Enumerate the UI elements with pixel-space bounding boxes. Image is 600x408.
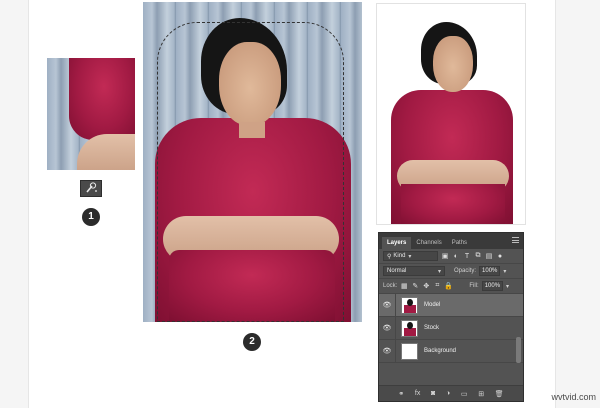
filter-row: ⚲ Kind ▣ ◐ T ⧉ ▤ ●	[379, 249, 523, 264]
link-icon[interactable]: ⚭	[398, 390, 404, 398]
smart-object-filter-icon[interactable]: ▤	[485, 252, 493, 260]
layers-panel: Layers Channels Paths ⚲ Kind ▣ ◐ T ⧉ ▤ ●…	[378, 232, 524, 402]
layer-thumbnail	[401, 296, 418, 314]
fx-icon[interactable]: fx	[415, 390, 420, 397]
layer-name: Stock	[424, 325, 440, 331]
lock-all-icon[interactable]: 🔒	[444, 282, 453, 290]
adjustment-filter-icon[interactable]: ◐	[452, 252, 460, 260]
shape-filter-icon[interactable]: ⧉	[474, 252, 482, 260]
sleeve-crop-image	[47, 58, 135, 170]
tab-paths[interactable]: Paths	[447, 237, 472, 249]
blend-mode-value: Normal	[387, 268, 407, 274]
blend-mode-select[interactable]: Normal	[383, 266, 445, 276]
layers-panel-footer: ⚭ fx ◙ ◑ ▭ ⊞ 🗑	[379, 385, 523, 401]
lock-move-icon[interactable]: ✥	[422, 282, 430, 290]
lock-brush-icon[interactable]: ✎	[411, 282, 419, 290]
opacity-label: Opacity:	[454, 268, 477, 274]
opacity-input[interactable]: 100%	[479, 266, 501, 276]
lock-label: Lock:	[383, 283, 398, 289]
chevron-down-icon[interactable]: ▾	[506, 283, 509, 290]
tab-channels[interactable]: Channels	[411, 237, 446, 249]
layer-thumbnail	[401, 319, 418, 337]
quick-selection-tool-icon[interactable]	[80, 180, 102, 197]
layer-name: Background	[424, 348, 457, 354]
adjustment-icon[interactable]: ◑	[446, 390, 450, 397]
blend-row: Normal Opacity: 100% ▾	[379, 264, 523, 279]
filter-toggle-icon[interactable]: ●	[496, 252, 504, 260]
layer-model[interactable]: 👁 Model	[379, 293, 523, 317]
tab-layers[interactable]: Layers	[382, 237, 412, 249]
layer-thumbnail	[401, 342, 418, 360]
group-folder-icon[interactable]: ▭	[461, 390, 468, 398]
chevron-down-icon[interactable]: ▾	[503, 268, 506, 275]
layer-stock[interactable]: 👁 Stock	[379, 316, 523, 340]
panel-menu-icon[interactable]	[512, 237, 519, 243]
layer-background[interactable]: 👁 Background	[379, 339, 523, 363]
main-photo	[143, 2, 362, 322]
visibility-eye-icon[interactable]: 👁	[379, 324, 395, 332]
pixel-filter-icon[interactable]: ▣	[441, 252, 449, 260]
layers-panel-tabs: Layers Channels Paths	[379, 233, 523, 249]
new-layer-icon[interactable]: ⊞	[478, 390, 484, 398]
trash-icon[interactable]: 🗑	[495, 390, 504, 398]
type-filter-icon[interactable]: T	[463, 252, 471, 260]
filter-kind-label: Kind	[393, 253, 406, 259]
visibility-eye-icon[interactable]: 👁	[379, 347, 395, 355]
step-badge-1: 1	[82, 208, 100, 226]
fill-input[interactable]: 100%	[481, 281, 504, 291]
lock-row: Lock: ▦ ✎ ✥ ⌗ 🔒 Fill: 100% ▾	[379, 279, 523, 294]
watermark: wvtvid.com	[551, 392, 596, 402]
mask-icon[interactable]: ◙	[431, 390, 435, 397]
lock-transparent-icon[interactable]: ▦	[400, 282, 408, 290]
layers-scrollbar[interactable]	[516, 337, 521, 363]
step-badge-2: 2	[243, 333, 261, 351]
fill-label: Fill:	[469, 283, 479, 289]
filter-kind-select[interactable]: ⚲ Kind	[383, 251, 438, 261]
search-icon: ⚲	[387, 253, 392, 260]
visibility-eye-icon[interactable]: 👁	[379, 301, 395, 309]
lock-artboard-icon[interactable]: ⌗	[433, 282, 441, 290]
result-photo	[376, 3, 526, 225]
layer-name: Model	[424, 302, 441, 308]
